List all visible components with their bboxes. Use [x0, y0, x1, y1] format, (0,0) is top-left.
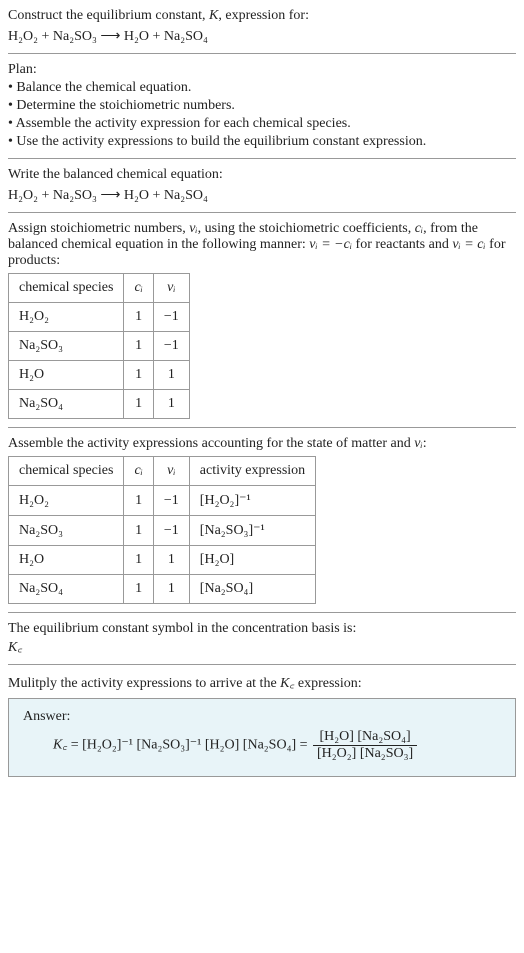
- activity-text: Assemble the activity expressions accoun…: [8, 436, 414, 451]
- table-row: Na₂SO₄ 1 1 [Na₂SO₄]: [9, 575, 316, 604]
- answer-formula: K꜀ = [H₂O₂]⁻¹ [Na₂SO₃]⁻¹ [H₂O] [Na₂SO₄] …: [53, 729, 501, 762]
- symbol-section: The equilibrium constant symbol in the c…: [8, 621, 516, 656]
- symbol-text: The equilibrium constant symbol in the c…: [8, 621, 516, 637]
- table-header: chemical species: [9, 457, 124, 486]
- species-cell: H₂O: [9, 546, 124, 575]
- header-section: Construct the equilibrium constant, K, e…: [8, 8, 516, 45]
- table-header-row: chemical species cᵢ νᵢ activity expressi…: [9, 457, 316, 486]
- header-equation: H₂O₂ + Na₂SO₃ ⟶ H₂O + Na₂SO₄: [8, 28, 516, 45]
- assign-eq2: νᵢ = cᵢ: [452, 237, 485, 252]
- kc-symbol: K꜀: [280, 676, 294, 691]
- fraction: [H₂O] [Na₂SO₄][H₂O₂] [Na₂SO₃]: [313, 729, 417, 762]
- table-row: H₂O₂ 1 −1: [9, 303, 190, 332]
- species-cell: Na₂SO₄: [9, 575, 124, 604]
- nui-cell: 1: [153, 390, 189, 419]
- table-row: Na₂SO₃ 1 −1: [9, 332, 190, 361]
- divider: [8, 158, 516, 159]
- c-i: cᵢ: [415, 221, 423, 236]
- ci-cell: 1: [124, 332, 153, 361]
- stoich-table: chemical species cᵢ νᵢ H₂O₂ 1 −1 Na₂SO₃ …: [8, 273, 190, 419]
- multiply-text: expression:: [294, 676, 361, 691]
- ci-cell: 1: [124, 361, 153, 390]
- activity-text: :: [423, 436, 427, 451]
- assign-text: , using the stoichiometric coefficients,: [198, 221, 415, 236]
- answer-expr: [H₂O₂]⁻¹ [Na₂SO₃]⁻¹ [H₂O] [Na₂SO₄] =: [82, 738, 311, 753]
- fraction-numerator: [H₂O] [Na₂SO₄]: [313, 729, 417, 746]
- k-symbol: K: [209, 8, 218, 23]
- activity-section: Assemble the activity expressions accoun…: [8, 436, 516, 604]
- divider: [8, 427, 516, 428]
- table-row: H₂O₂ 1 −1 [H₂O₂]⁻¹: [9, 486, 316, 516]
- species-cell: Na₂SO₄: [9, 390, 124, 419]
- species-cell: H₂O₂: [9, 486, 124, 516]
- nui-cell: −1: [153, 332, 189, 361]
- nu-i: νᵢ: [414, 436, 422, 451]
- plan-section: Plan: • Balance the chemical equation. •…: [8, 62, 516, 150]
- divider: [8, 612, 516, 613]
- table-row: H₂O 1 1: [9, 361, 190, 390]
- assign-text: for reactants and: [352, 237, 452, 252]
- expression-for: , expression for:: [218, 8, 309, 23]
- balanced-equation: H₂O₂ + Na₂SO₃ ⟶ H₂O + Na₂SO₄: [8, 187, 516, 204]
- table-header: chemical species: [9, 274, 124, 303]
- assign-section: Assign stoichiometric numbers, νᵢ, using…: [8, 221, 516, 419]
- answer-box: Answer: K꜀ = [H₂O₂]⁻¹ [Na₂SO₃]⁻¹ [H₂O] […: [8, 698, 516, 777]
- activity-cell: [H₂O]: [189, 546, 315, 575]
- plan-title: Plan:: [8, 62, 516, 78]
- kc-symbol: K꜀: [8, 637, 516, 656]
- table-header: cᵢ: [124, 457, 153, 486]
- table-header-row: chemical species cᵢ νᵢ: [9, 274, 190, 303]
- table-header: νᵢ: [153, 457, 189, 486]
- species-cell: H₂O₂: [9, 303, 124, 332]
- activity-table: chemical species cᵢ νᵢ activity expressi…: [8, 456, 316, 604]
- table-header: νᵢ: [153, 274, 189, 303]
- assign-eq1: νᵢ = −cᵢ: [309, 237, 352, 252]
- plan-item: • Use the activity expressions to build …: [8, 134, 516, 150]
- nui-cell: 1: [153, 546, 189, 575]
- nui-cell: 1: [153, 361, 189, 390]
- nu-i: νᵢ: [189, 221, 197, 236]
- answer-label: Answer:: [23, 709, 501, 725]
- table-row: H₂O 1 1 [H₂O]: [9, 546, 316, 575]
- species-cell: Na₂SO₃: [9, 332, 124, 361]
- balanced-title: Write the balanced chemical equation:: [8, 167, 516, 183]
- table-row: Na₂SO₃ 1 −1 [Na₂SO₃]⁻¹: [9, 516, 316, 546]
- divider: [8, 664, 516, 665]
- table-header: activity expression: [189, 457, 315, 486]
- equals: =: [67, 738, 82, 753]
- divider: [8, 212, 516, 213]
- divider: [8, 53, 516, 54]
- ci-cell: 1: [124, 486, 153, 516]
- plan-item: • Assemble the activity expression for e…: [8, 116, 516, 132]
- species-cell: Na₂SO₃: [9, 516, 124, 546]
- kc-symbol: K꜀: [53, 738, 67, 753]
- activity-cell: [Na₂SO₃]⁻¹: [189, 516, 315, 546]
- ci-cell: 1: [124, 546, 153, 575]
- assign-text: Assign stoichiometric numbers,: [8, 221, 189, 236]
- species-cell: H₂O: [9, 361, 124, 390]
- construct-text: Construct the equilibrium constant,: [8, 8, 209, 23]
- table-header: cᵢ: [124, 274, 153, 303]
- plan-item: • Balance the chemical equation.: [8, 80, 516, 96]
- table-row: Na₂SO₄ 1 1: [9, 390, 190, 419]
- balanced-section: Write the balanced chemical equation: H₂…: [8, 167, 516, 204]
- plan-item: • Determine the stoichiometric numbers.: [8, 98, 516, 114]
- nui-cell: 1: [153, 575, 189, 604]
- fraction-denominator: [H₂O₂] [Na₂SO₃]: [313, 746, 417, 762]
- activity-cell: [Na₂SO₄]: [189, 575, 315, 604]
- multiply-text: Mulitply the activity expressions to arr…: [8, 676, 280, 691]
- ci-cell: 1: [124, 516, 153, 546]
- nui-cell: −1: [153, 303, 189, 332]
- multiply-section: Mulitply the activity expressions to arr…: [8, 673, 516, 777]
- ci-cell: 1: [124, 575, 153, 604]
- nui-cell: −1: [153, 516, 189, 546]
- activity-cell: [H₂O₂]⁻¹: [189, 486, 315, 516]
- nui-cell: −1: [153, 486, 189, 516]
- ci-cell: 1: [124, 303, 153, 332]
- ci-cell: 1: [124, 390, 153, 419]
